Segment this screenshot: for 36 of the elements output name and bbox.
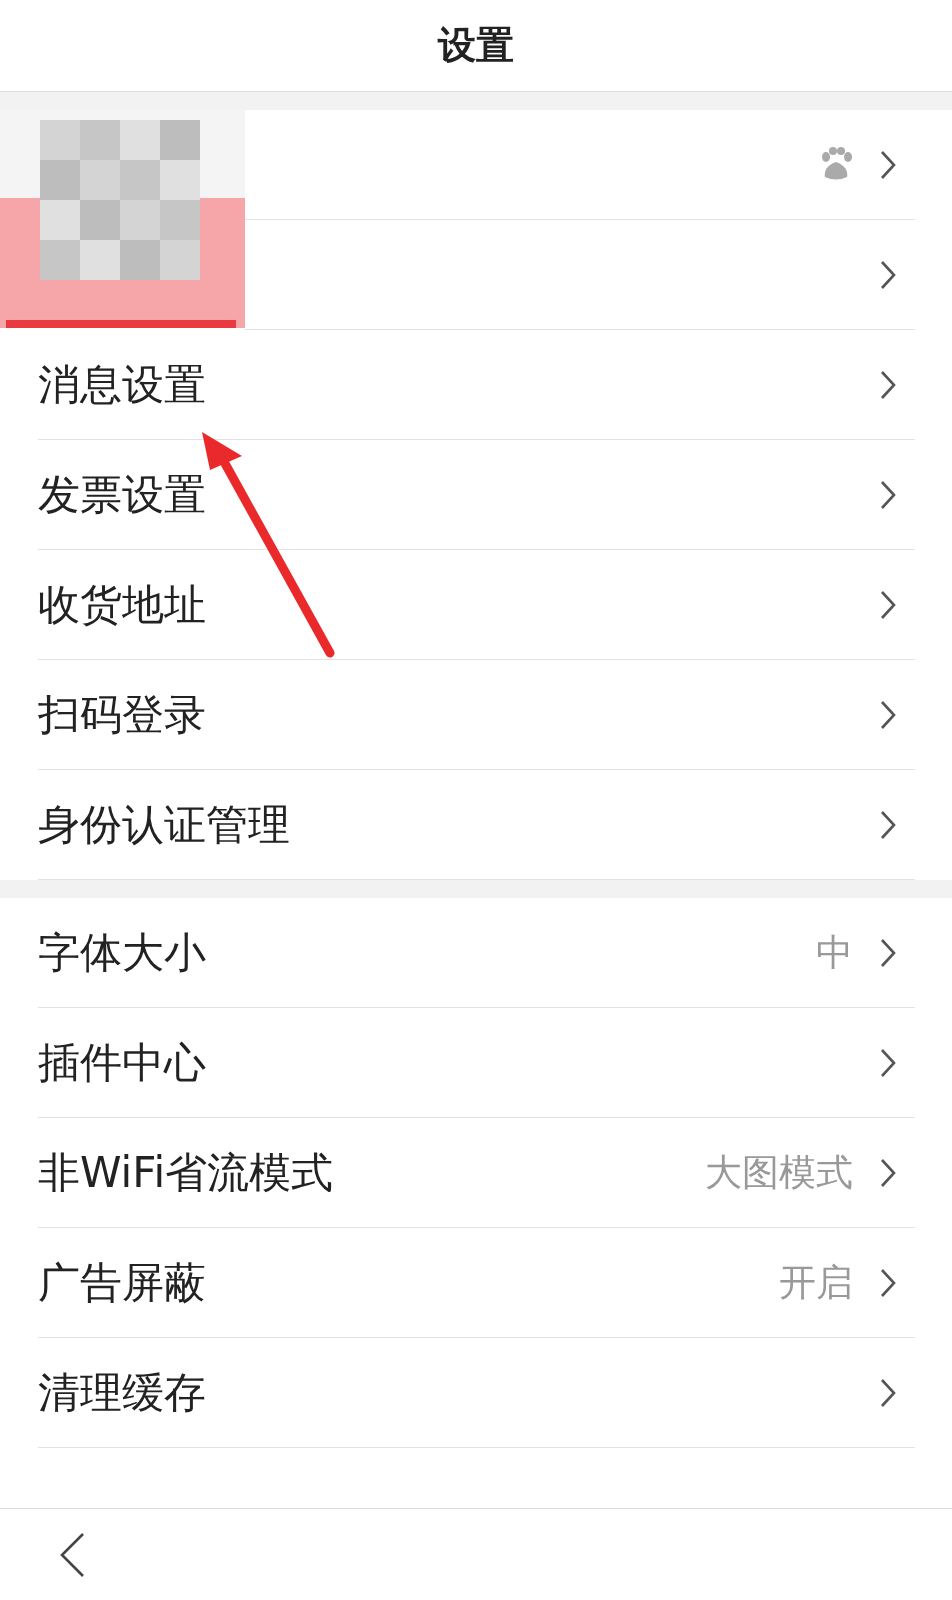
chevron-icon <box>879 699 897 730</box>
settings-row[interactable]: 插件中心 <box>38 1008 915 1118</box>
chevron-icon <box>879 937 897 968</box>
settings-row[interactable]: 非WiFi省流模式 大图模式 <box>38 1118 915 1228</box>
row-label: 消息设置 <box>38 358 207 411</box>
page-title: 设置 <box>438 22 514 69</box>
chevron-icon <box>879 369 897 400</box>
settings-row[interactable]: 清理缓存 <box>38 1338 915 1448</box>
chevron-icon <box>879 1157 897 1188</box>
row-label: 字体大小 <box>38 926 207 979</box>
row-value: 中 <box>816 929 853 976</box>
settings-row[interactable]: 广告屏蔽 开启 <box>38 1228 915 1338</box>
chevron-icon <box>879 149 897 180</box>
settings-row[interactable]: 扫码登录 <box>38 660 915 770</box>
row-label: 插件中心 <box>38 1036 207 1089</box>
chevron-icon <box>879 1267 897 1298</box>
row-label: 发票设置 <box>38 468 207 521</box>
row-label: 清理缓存 <box>38 1366 207 1419</box>
chevron-icon <box>879 809 897 840</box>
row-label: 收货地址 <box>38 578 207 631</box>
chevron-icon <box>879 1377 897 1408</box>
settings-row[interactable]: 收货地址 <box>38 550 915 660</box>
settings-row[interactable]: 消息设置 <box>38 330 915 440</box>
chevron-icon <box>879 259 897 290</box>
row-value: 大图模式 <box>705 1149 853 1196</box>
settings-row[interactable]: 字体大小 中 <box>38 898 915 1008</box>
row-label: 身份认证管理 <box>38 798 291 851</box>
back-icon <box>58 1532 86 1578</box>
row-label: 非WiFi省流模式 <box>38 1146 335 1199</box>
back-button[interactable] <box>58 1532 86 1578</box>
row-value: 开启 <box>779 1259 853 1306</box>
chevron-icon <box>879 1047 897 1078</box>
row-label: 扫码登录 <box>38 688 207 741</box>
row-label: 广告屏蔽 <box>38 1256 207 1309</box>
chevron-icon <box>879 479 897 510</box>
chevron-icon <box>879 589 897 620</box>
